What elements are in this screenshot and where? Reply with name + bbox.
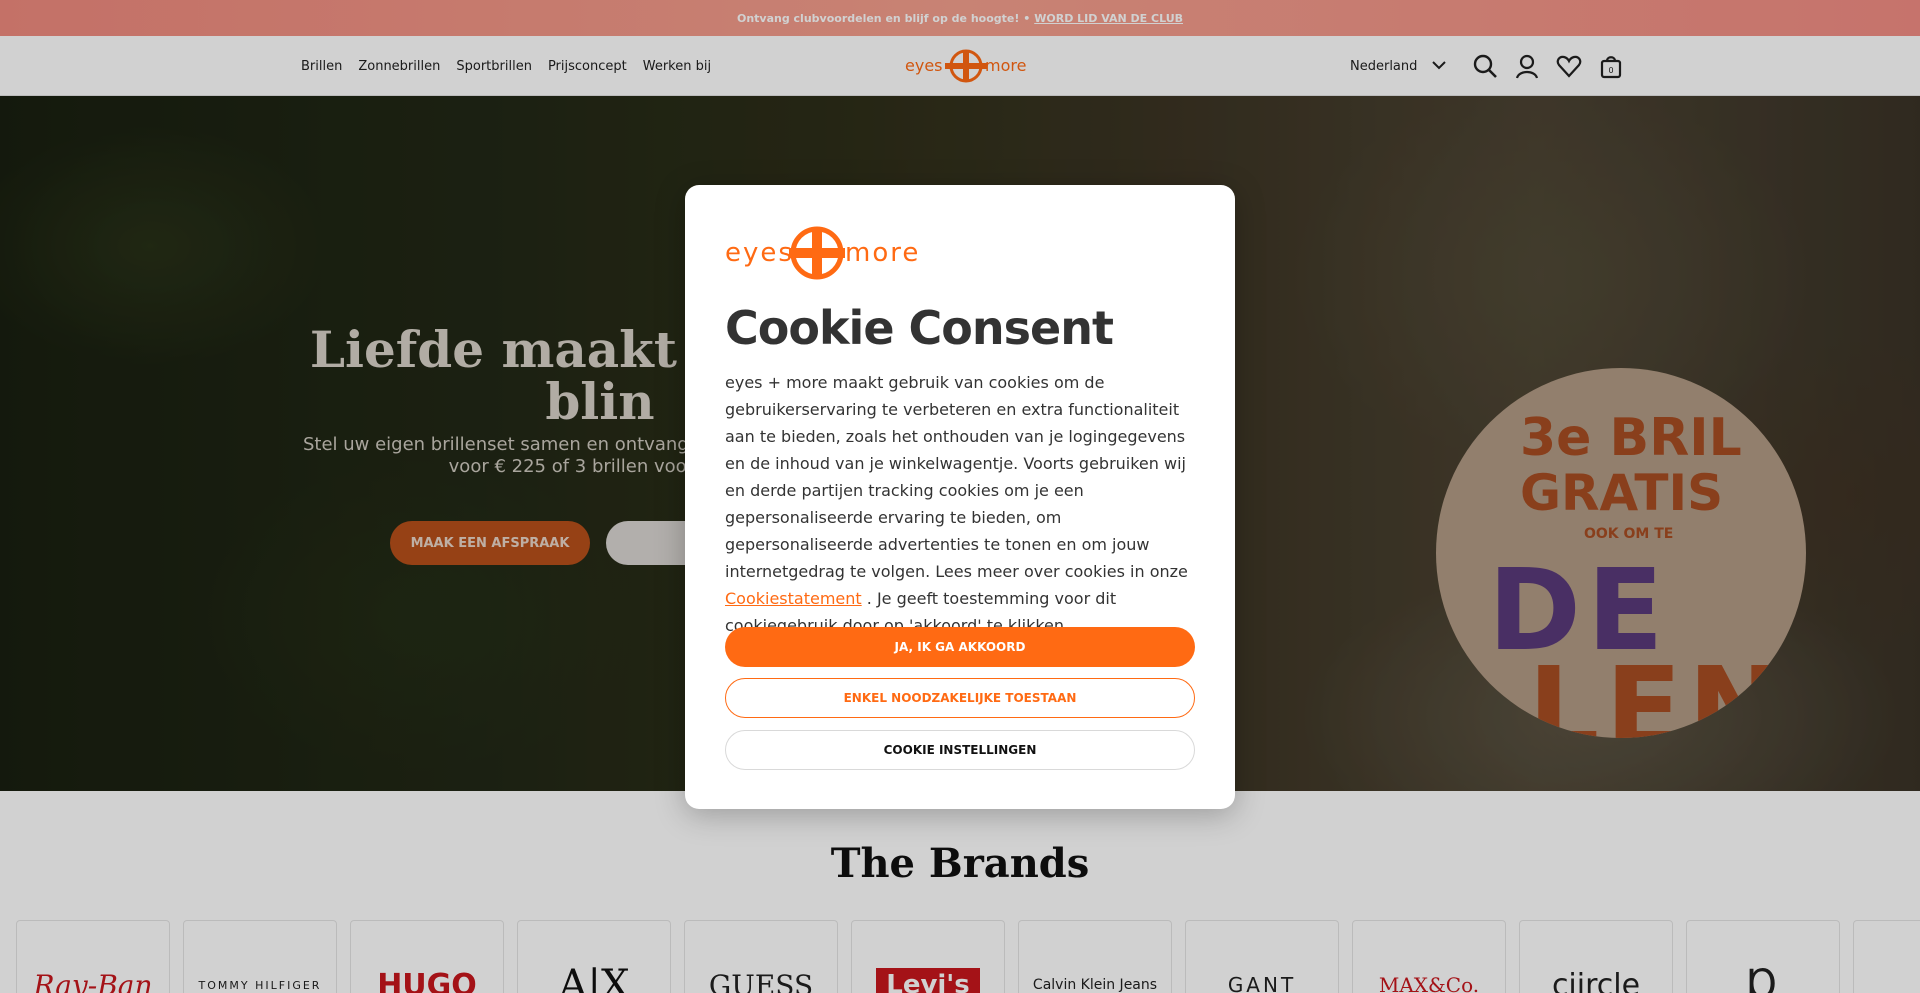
modal-text-main: eyes + more maakt gebruik van cookies om… xyxy=(725,373,1188,581)
modal-title: Cookie Consent xyxy=(725,301,1114,355)
svg-text:more: more xyxy=(845,238,919,268)
accept-cookies-button[interactable]: JA, IK GA AKKOORD xyxy=(725,627,1195,667)
svg-text:eyes: eyes xyxy=(725,238,794,268)
cookiestatement-link[interactable]: Cookiestatement xyxy=(725,589,862,608)
cookie-consent-modal: eyes more Cookie Consent eyes + more maa… xyxy=(685,185,1235,809)
necessary-only-button[interactable]: ENKEL NOODZAKELIJKE TOESTAAN xyxy=(725,678,1195,718)
modal-description: eyes + more maakt gebruik van cookies om… xyxy=(725,369,1200,639)
cookie-settings-button[interactable]: COOKIE INSTELLINGEN xyxy=(725,730,1195,770)
modal-logo: eyes more xyxy=(725,223,919,283)
